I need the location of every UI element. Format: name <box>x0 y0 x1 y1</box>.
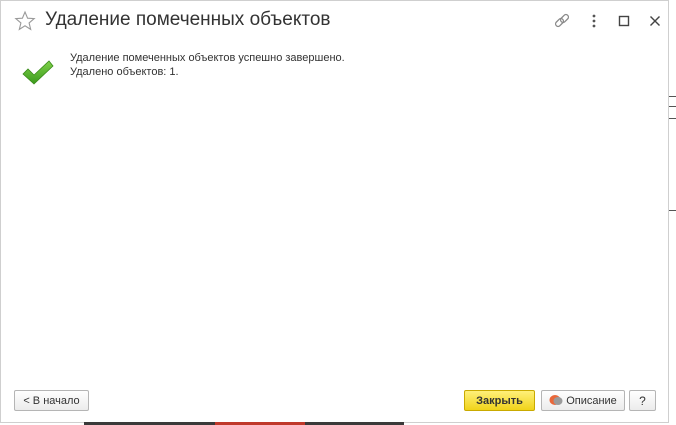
background-mark <box>669 210 676 211</box>
background-mark <box>669 118 676 119</box>
help-button[interactable]: ? <box>629 390 656 411</box>
description-icon <box>549 394 563 407</box>
description-button[interactable]: Описание <box>541 390 625 411</box>
background-mark <box>669 96 676 97</box>
status-message: Удаление помеченных объектов успешно зав… <box>70 52 345 64</box>
page-title: Удаление помеченных объектов <box>45 9 331 30</box>
title-bar: Удаление помеченных объектов <box>1 1 668 41</box>
checkmark-icon <box>21 58 55 88</box>
background-mark <box>669 106 676 107</box>
star-icon[interactable] <box>14 10 36 32</box>
more-icon[interactable] <box>584 11 604 31</box>
close-icon[interactable] <box>645 11 665 31</box>
deleted-count: Удалено объектов: 1. <box>70 66 179 78</box>
back-to-start-button[interactable]: < В начало <box>14 390 89 411</box>
link-icon[interactable] <box>552 11 572 31</box>
close-button[interactable]: Закрыть <box>464 390 535 411</box>
description-button-label: Описание <box>566 394 617 407</box>
maximize-icon[interactable] <box>614 11 634 31</box>
dialog-window: Удаление помеченных объектов Удаление по… <box>0 0 669 423</box>
